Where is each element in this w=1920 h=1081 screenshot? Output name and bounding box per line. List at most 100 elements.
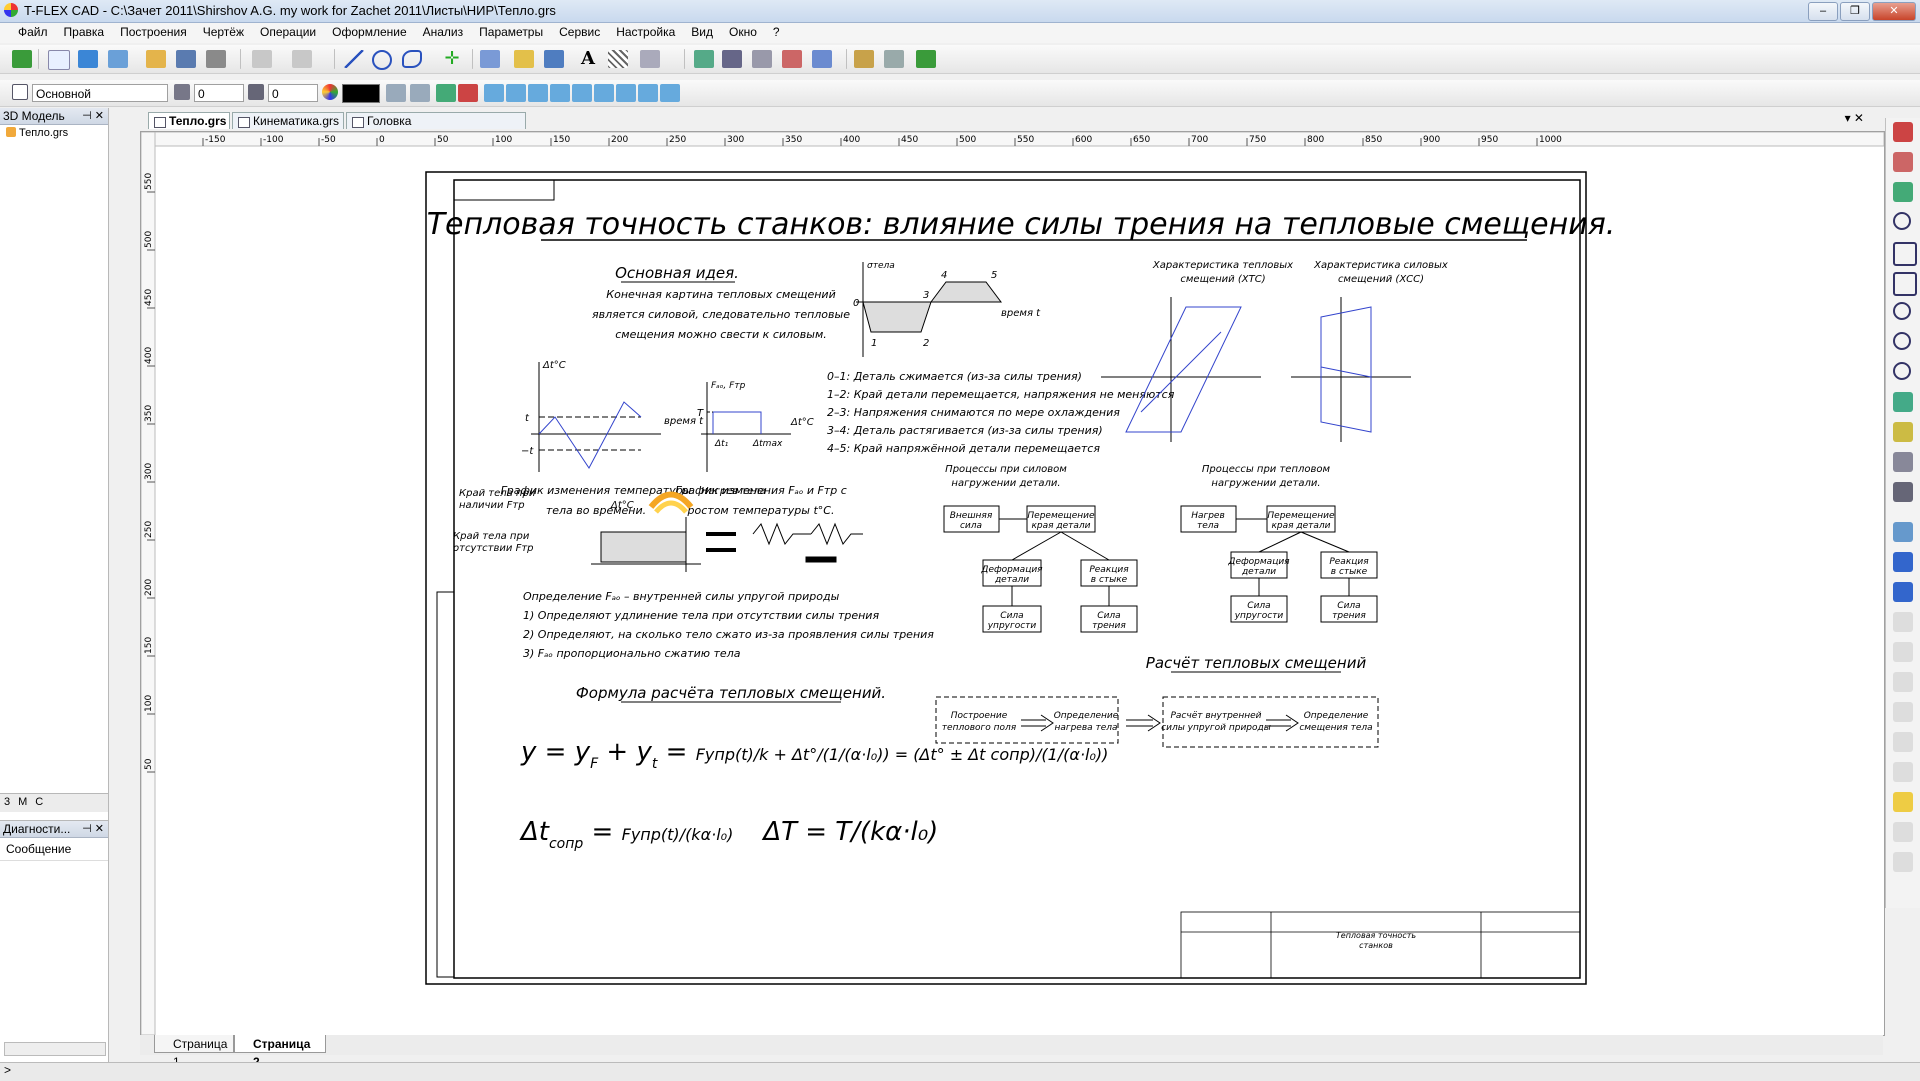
snap-mode-9-icon[interactable]: [660, 84, 680, 102]
tab-s[interactable]: С: [31, 794, 47, 810]
menu-edit[interactable]: Правка: [56, 23, 113, 39]
tab-golovka[interactable]: Головка инструментальная.grs: [346, 112, 526, 145]
tree-item[interactable]: Тепло.grs: [0, 125, 108, 139]
snap-mode-2-icon[interactable]: [506, 84, 526, 102]
tolerance-icon[interactable]: [752, 50, 772, 68]
zoom-prev-icon[interactable]: [1893, 362, 1911, 380]
view-icon[interactable]: [722, 50, 742, 68]
line-tool-icon[interactable]: [344, 50, 364, 68]
new-file-icon[interactable]: [48, 50, 70, 70]
maximize-button[interactable]: ❐: [1840, 2, 1870, 21]
horizontal-scrollbar[interactable]: [4, 1042, 106, 1056]
dimension-icon[interactable]: [640, 50, 660, 68]
calculator-icon[interactable]: [884, 50, 904, 68]
doc-close-icon[interactable]: ▾ ✕: [1845, 111, 1864, 125]
print-icon[interactable]: [206, 50, 226, 68]
zoom-all-icon[interactable]: [1893, 272, 1917, 296]
snap-mode-3-icon[interactable]: [528, 84, 548, 102]
view-right-icon[interactable]: [1893, 732, 1913, 752]
minimize-button[interactable]: –: [1808, 2, 1838, 21]
layer-select[interactable]: Основной: [32, 84, 168, 102]
magnet-off-icon[interactable]: [1893, 152, 1913, 172]
menu-operations[interactable]: Операции: [252, 23, 324, 39]
list-icon[interactable]: [410, 84, 430, 102]
priority-input[interactable]: 0: [268, 84, 318, 102]
color-picker-icon[interactable]: [322, 84, 338, 100]
level-input[interactable]: 0: [194, 84, 244, 102]
hatch-pen-icon[interactable]: [544, 50, 564, 68]
undo-icon[interactable]: [252, 50, 272, 68]
redo-icon[interactable]: [292, 50, 312, 68]
text-tool-icon[interactable]: A: [578, 50, 598, 68]
tab-model[interactable]: 3: [0, 794, 14, 810]
zoom-window-icon[interactable]: [1893, 242, 1917, 266]
hatch-icon[interactable]: [608, 50, 628, 68]
menu-help[interactable]: ?: [765, 23, 788, 39]
menu-window[interactable]: Окно: [721, 23, 765, 39]
tab-teplo[interactable]: Тепло.grs: [148, 112, 230, 129]
view-left-icon[interactable]: [1893, 702, 1913, 722]
menu-view[interactable]: Вид: [683, 23, 721, 39]
circle-tool-icon[interactable]: [372, 50, 392, 70]
cube-cross-icon[interactable]: [1893, 582, 1913, 602]
variables-icon[interactable]: [854, 50, 874, 68]
menu-settings[interactable]: Настройка: [608, 23, 683, 39]
pin-icon[interactable]: ⊣ ✕: [82, 821, 104, 837]
trim-icon[interactable]: [480, 50, 500, 68]
shield-icon[interactable]: [812, 50, 832, 68]
view-top-icon[interactable]: [1893, 672, 1913, 692]
view-other-icon[interactable]: [1893, 852, 1913, 872]
snap-mode-4-icon[interactable]: [550, 84, 570, 102]
template-icon[interactable]: [108, 50, 128, 68]
node-tool-icon[interactable]: ✛: [442, 49, 462, 68]
sketch-icon[interactable]: [514, 50, 534, 68]
tab-kinematika[interactable]: Кинематика.grs: [232, 112, 344, 129]
tab-page-2[interactable]: Страница 2: [234, 1035, 326, 1069]
menu-parameters[interactable]: Параметры: [471, 23, 551, 39]
snap-mode-8-icon[interactable]: [638, 84, 658, 102]
view-back-icon[interactable]: [1893, 822, 1913, 842]
cube-check-icon[interactable]: [1893, 552, 1913, 572]
menu-drawing[interactable]: Чертёж: [195, 23, 252, 39]
snap-mode-7-icon[interactable]: [616, 84, 636, 102]
snap-mode-6-icon[interactable]: [594, 84, 614, 102]
view-front-icon[interactable]: [1893, 612, 1913, 632]
zoom-in-icon[interactable]: [1893, 302, 1911, 320]
save-icon[interactable]: [176, 50, 196, 68]
zoom-icon[interactable]: [1893, 212, 1911, 230]
check-icon[interactable]: [12, 50, 32, 68]
tab-page-1[interactable]: Страница 1: [154, 1035, 234, 1069]
snap-icon[interactable]: [436, 84, 456, 102]
view-bottom-icon[interactable]: [1893, 762, 1913, 782]
view-iso-icon[interactable]: [1893, 642, 1913, 662]
tab-m[interactable]: М: [14, 794, 31, 810]
menu-service[interactable]: Сервис: [551, 23, 608, 39]
move-icon[interactable]: [1893, 452, 1913, 472]
filter-icon[interactable]: [386, 84, 406, 102]
snap-grid-icon[interactable]: [1893, 182, 1913, 202]
menu-design[interactable]: Оформление: [324, 23, 414, 39]
menu-analysis[interactable]: Анализ: [415, 23, 472, 39]
fragment-icon[interactable]: [694, 50, 714, 68]
verify-icon[interactable]: [916, 50, 936, 68]
menu-construct[interactable]: Построения: [112, 23, 195, 39]
view-3d-icon[interactable]: [1893, 792, 1913, 812]
pin-icon[interactable]: ⊣ ✕: [82, 108, 104, 124]
color-swatch[interactable]: [342, 84, 380, 103]
zoom-out-icon[interactable]: [1893, 332, 1911, 350]
snap-mode-1-icon[interactable]: [484, 84, 504, 102]
close-button[interactable]: ✕: [1872, 2, 1916, 21]
snap-off-icon[interactable]: [458, 84, 478, 102]
new-3d-icon[interactable]: [78, 50, 98, 68]
windows-icon[interactable]: [1893, 522, 1913, 542]
glasses-icon[interactable]: [1893, 482, 1913, 502]
pan-icon[interactable]: [1893, 392, 1913, 412]
open-icon[interactable]: [146, 50, 166, 68]
ellipse-tool-icon[interactable]: [402, 50, 422, 68]
snap-mode-5-icon[interactable]: [572, 84, 592, 102]
magnet-icon[interactable]: [1893, 122, 1913, 142]
rotate-icon[interactable]: [1893, 422, 1913, 442]
drawing-canvas[interactable]: -150 -100 -50 0 50 100 150 200 250 300 350 400 450 50…: [140, 131, 1885, 1036]
table-icon[interactable]: [782, 50, 802, 68]
menu-file[interactable]: Файл: [10, 23, 56, 39]
